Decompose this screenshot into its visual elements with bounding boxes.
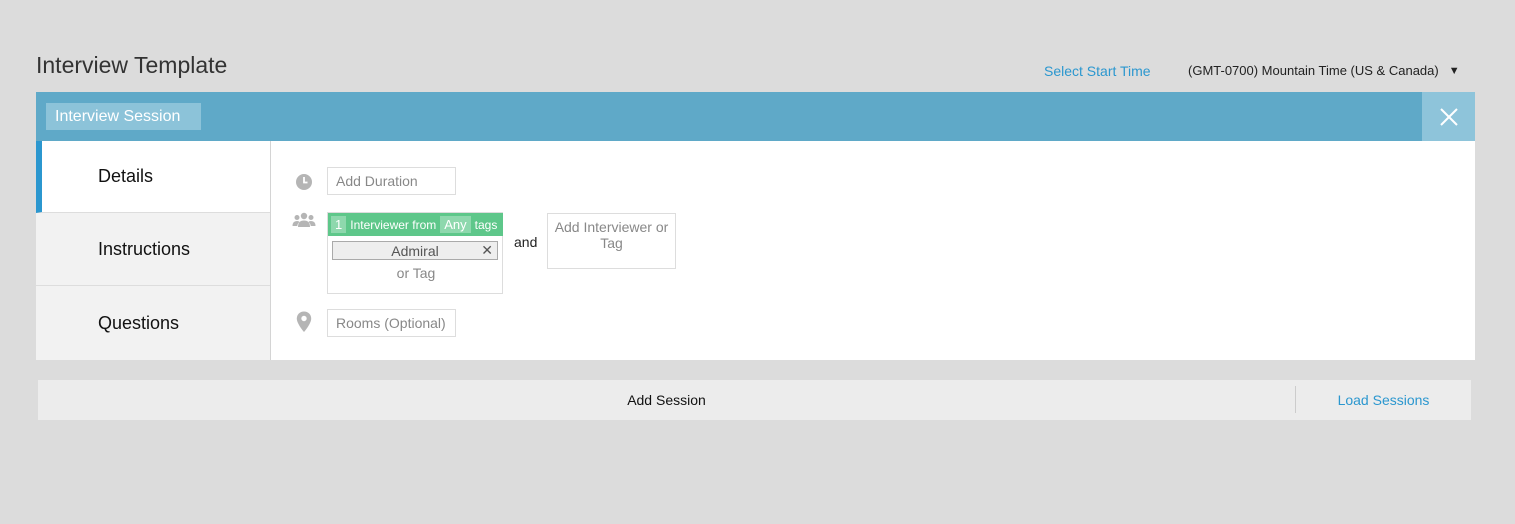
- caret-down-icon: ▼: [1448, 64, 1460, 77]
- tab-details[interactable]: Details: [36, 141, 270, 213]
- tag-chip: Admiral ✕: [332, 241, 498, 260]
- interviewer-group: 1 Interviewer from Any tags Admiral ✕ or…: [327, 212, 503, 294]
- people-icon: [292, 211, 316, 229]
- page-title: Interview Template: [36, 52, 228, 78]
- add-interviewer-button[interactable]: Add Interviewer or Tag: [547, 213, 676, 269]
- or-tag-input[interactable]: or Tag: [328, 265, 504, 281]
- location-pin-icon: [296, 311, 312, 333]
- tab-instructions[interactable]: Instructions: [36, 214, 270, 286]
- tab-instructions-label: Instructions: [98, 239, 191, 259]
- tags-label: tags: [474, 217, 498, 232]
- rooms-input[interactable]: Rooms (Optional): [327, 309, 456, 337]
- select-start-time-link[interactable]: Select Start Time: [1044, 63, 1151, 79]
- interviewer-count[interactable]: 1: [331, 216, 347, 233]
- session-name-field[interactable]: Interview Session: [46, 103, 201, 130]
- tab-details-label: Details: [98, 166, 154, 186]
- session-footer: Add Session Load Sessions: [38, 380, 1471, 420]
- close-icon: [1439, 107, 1458, 126]
- tag-chip-label: Admiral: [391, 242, 439, 259]
- session-panel: Interview Session Details Instructions Q…: [36, 92, 1475, 360]
- close-session-button[interactable]: [1422, 92, 1475, 141]
- timezone-value: (GMT-0700) Mountain Time (US & Canada): [1188, 63, 1439, 78]
- interviewer-bar: 1 Interviewer from Any tags: [328, 213, 503, 236]
- tab-questions[interactable]: Questions: [36, 287, 270, 359]
- match-any-toggle[interactable]: Any: [440, 216, 471, 233]
- sidebar-divider: [270, 141, 271, 360]
- interviewer-from-label: Interviewer from: [350, 217, 437, 232]
- session-tabs: Details Instructions Questions: [36, 141, 271, 360]
- tab-questions-label: Questions: [98, 312, 180, 333]
- duration-input[interactable]: Add Duration: [327, 167, 456, 195]
- remove-tag-icon[interactable]: ✕: [481, 242, 493, 259]
- clock-icon: [294, 172, 314, 192]
- load-sessions-link[interactable]: Load Sessions: [1296, 380, 1471, 420]
- timezone-select[interactable]: (GMT-0700) Mountain Time (US & Canada) ▼: [1188, 63, 1460, 78]
- and-label: and: [514, 234, 538, 250]
- session-header: Interview Session: [36, 92, 1475, 141]
- add-session-button[interactable]: Add Session: [38, 380, 1295, 420]
